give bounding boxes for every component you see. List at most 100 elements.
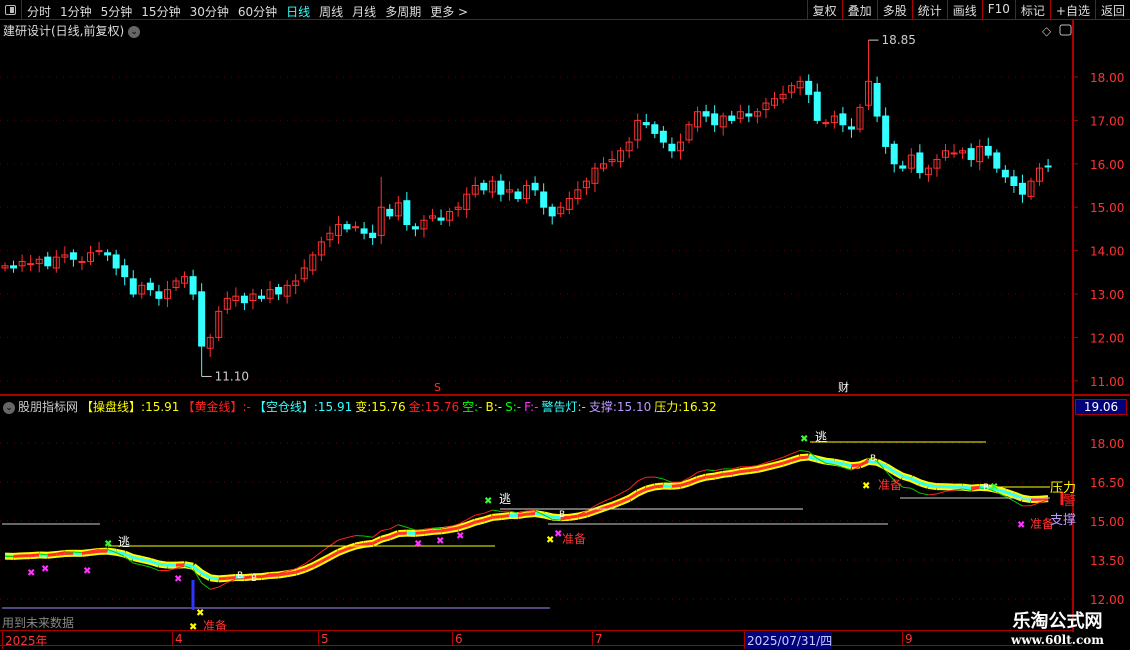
trend-line-segment xyxy=(440,528,450,533)
candle-body xyxy=(822,122,830,125)
fast-line-segment xyxy=(372,530,382,538)
trend-line-segment xyxy=(56,552,66,556)
candle-body xyxy=(104,252,112,256)
candle-body xyxy=(10,265,18,269)
candle-body xyxy=(882,115,890,147)
fast-line-segment xyxy=(936,490,946,495)
candle-body xyxy=(668,143,676,152)
x-marker-icon: ✖ xyxy=(1017,520,1025,531)
escape-label: 逃 xyxy=(499,492,511,506)
candle-body xyxy=(403,200,411,226)
candle-body xyxy=(514,191,522,200)
candle-body xyxy=(360,228,368,234)
candle-body xyxy=(121,265,129,278)
fast-line-segment xyxy=(321,545,331,553)
price-tick-label: 14.00 xyxy=(1090,245,1124,259)
trend-line-segment xyxy=(714,472,724,478)
trend-line-segment xyxy=(740,469,750,474)
fast-line-segment xyxy=(1013,500,1023,507)
fast-line-segment xyxy=(611,493,621,499)
s-marker: S xyxy=(434,381,441,394)
x-marker-icon: ✖ xyxy=(456,531,464,542)
candle-body xyxy=(1018,182,1026,195)
candle-body xyxy=(993,152,1001,169)
candle-body xyxy=(702,111,710,117)
trend-line-segment xyxy=(705,474,715,479)
b-marker: B xyxy=(870,454,876,464)
diamond-icon[interactable]: ◇ xyxy=(1042,24,1052,38)
b-marker: B xyxy=(559,510,565,520)
x-marker-icon: ✖ xyxy=(83,566,91,577)
candle-body xyxy=(847,126,855,130)
b-marker: B xyxy=(251,574,257,584)
date-label: 2025/07/31/四 xyxy=(744,632,833,649)
fast-line-segment xyxy=(902,486,912,489)
finance-marker[interactable]: 财 xyxy=(838,380,849,394)
fast-line-segment xyxy=(714,468,724,472)
x-marker-icon: ✖ xyxy=(436,536,444,547)
candle-body xyxy=(540,191,548,208)
candle-body xyxy=(1001,169,1009,178)
candle-body xyxy=(899,165,907,169)
date-label: 6 xyxy=(452,632,463,646)
escape-label: 逃 xyxy=(118,535,130,549)
price-tick-label: 16.00 xyxy=(1090,158,1124,172)
price-tick-label: 18.00 xyxy=(1090,71,1124,85)
min-price-label: 11.10 xyxy=(215,369,249,383)
warn-label: 警 xyxy=(1063,493,1076,509)
escape-marker-icon: ✖ xyxy=(484,496,492,507)
fast-line-segment xyxy=(620,488,630,495)
trend-line-segment xyxy=(526,512,536,516)
candle-body xyxy=(873,83,881,117)
candle-body xyxy=(27,263,35,266)
escape-marker-icon: ✖ xyxy=(104,539,112,550)
fast-line-segment xyxy=(210,586,219,590)
trend-line-segment xyxy=(774,461,784,467)
trend-line-segment xyxy=(474,518,485,524)
b-marker: B xyxy=(983,483,989,493)
trend-line-segment xyxy=(748,467,758,473)
candle-body xyxy=(69,252,77,260)
escape-label: 逃 xyxy=(815,430,827,444)
candle-body xyxy=(642,122,650,126)
candle-body xyxy=(240,295,248,304)
candle-body xyxy=(984,145,992,156)
panel-toggle-icon[interactable] xyxy=(1059,24,1072,36)
candle-body xyxy=(480,182,488,191)
fast-line-segment xyxy=(928,493,938,496)
prepare-label: 准备 xyxy=(878,478,902,492)
fast-line-segment xyxy=(663,478,673,483)
fast-line-segment xyxy=(603,497,613,502)
candle-body xyxy=(497,180,505,195)
candle-body xyxy=(437,217,445,221)
price-tick-label: 17.00 xyxy=(1090,114,1124,128)
kline-chart[interactable]: 18.00 17.00 16.00 15.00 14.00 13.00 12.00 11.00… xyxy=(0,0,1130,650)
trend-line-segment xyxy=(90,549,100,554)
candle-body xyxy=(189,276,197,295)
trend-line-segment xyxy=(654,484,664,489)
trend-line-segment xyxy=(842,462,852,468)
candle-body xyxy=(198,291,206,347)
candle-body xyxy=(548,206,556,217)
trend-line-segment xyxy=(500,514,510,519)
trend-line-segment xyxy=(363,541,373,546)
fast-line-segment xyxy=(381,528,390,532)
lower-tick-label: 18.00 xyxy=(1090,437,1124,451)
trend-line-segment xyxy=(962,485,972,490)
candle-body xyxy=(369,232,377,239)
trend-line-segment xyxy=(723,471,732,476)
candle-body xyxy=(950,152,958,155)
x-marker-icon: ✖ xyxy=(41,564,49,575)
escape-marker-icon: ✖ xyxy=(990,482,998,493)
date-axis: 2025年 4 5 6 7 2025/07/31/四 9 xyxy=(0,630,1072,649)
candle-body xyxy=(805,80,813,95)
trend-line-segment xyxy=(928,483,938,489)
fast-line-segment xyxy=(346,535,356,539)
candle-body xyxy=(916,152,924,173)
candle-body xyxy=(728,115,736,121)
fast-line-segment xyxy=(73,551,82,554)
candle-body xyxy=(275,286,283,295)
fast-line-segment xyxy=(133,562,142,566)
fast-line-segment xyxy=(697,469,707,473)
candle-body xyxy=(146,282,154,291)
